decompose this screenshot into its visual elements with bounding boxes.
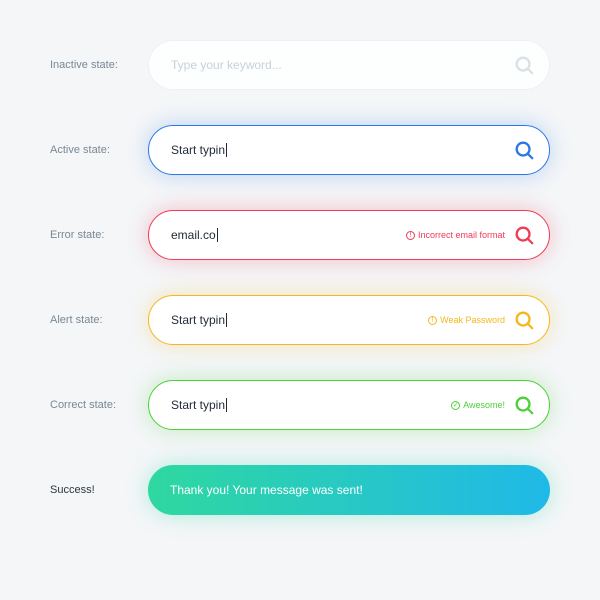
row-success: Success! Thank you! Your message was sen… [50, 465, 550, 515]
input-inactive[interactable]: Type your keyword... [148, 40, 550, 90]
label-correct: Correct state: [50, 399, 148, 411]
input-active[interactable]: Start typin [148, 125, 550, 175]
search-icon[interactable] [513, 309, 535, 331]
label-alert: Alert state: [50, 314, 148, 326]
row-error: Error state: email.co ! Incorrect email … [50, 210, 550, 260]
input-value: Start typin [171, 398, 451, 412]
search-icon[interactable] [513, 224, 535, 246]
label-error: Error state: [50, 229, 148, 241]
search-icon[interactable] [513, 139, 535, 161]
error-message: ! Incorrect email format [406, 230, 505, 240]
input-value: Start typin [171, 313, 428, 327]
search-icon[interactable] [513, 394, 535, 416]
success-text: Thank you! Your message was sent! [170, 483, 536, 497]
label-active: Active state: [50, 144, 148, 156]
check-icon: ✓ [451, 401, 460, 410]
input-value: Start typin [171, 143, 513, 157]
input-value: email.co [171, 228, 406, 242]
input-correct[interactable]: Start typin ✓ Awesome! [148, 380, 550, 430]
label-success: Success! [50, 484, 148, 496]
label-inactive: Inactive state: [50, 59, 148, 71]
search-icon[interactable] [513, 54, 535, 76]
alert-icon: ! [428, 316, 437, 325]
correct-message: ✓ Awesome! [451, 400, 505, 410]
error-icon: ! [406, 231, 415, 240]
success-bar: Thank you! Your message was sent! [148, 465, 550, 515]
row-alert: Alert state: Start typin ! Weak Password [50, 295, 550, 345]
input-placeholder: Type your keyword... [171, 58, 513, 72]
row-inactive: Inactive state: Type your keyword... [50, 40, 550, 90]
row-active: Active state: Start typin [50, 125, 550, 175]
alert-message: ! Weak Password [428, 315, 505, 325]
input-error[interactable]: email.co ! Incorrect email format [148, 210, 550, 260]
row-correct: Correct state: Start typin ✓ Awesome! [50, 380, 550, 430]
input-alert[interactable]: Start typin ! Weak Password [148, 295, 550, 345]
